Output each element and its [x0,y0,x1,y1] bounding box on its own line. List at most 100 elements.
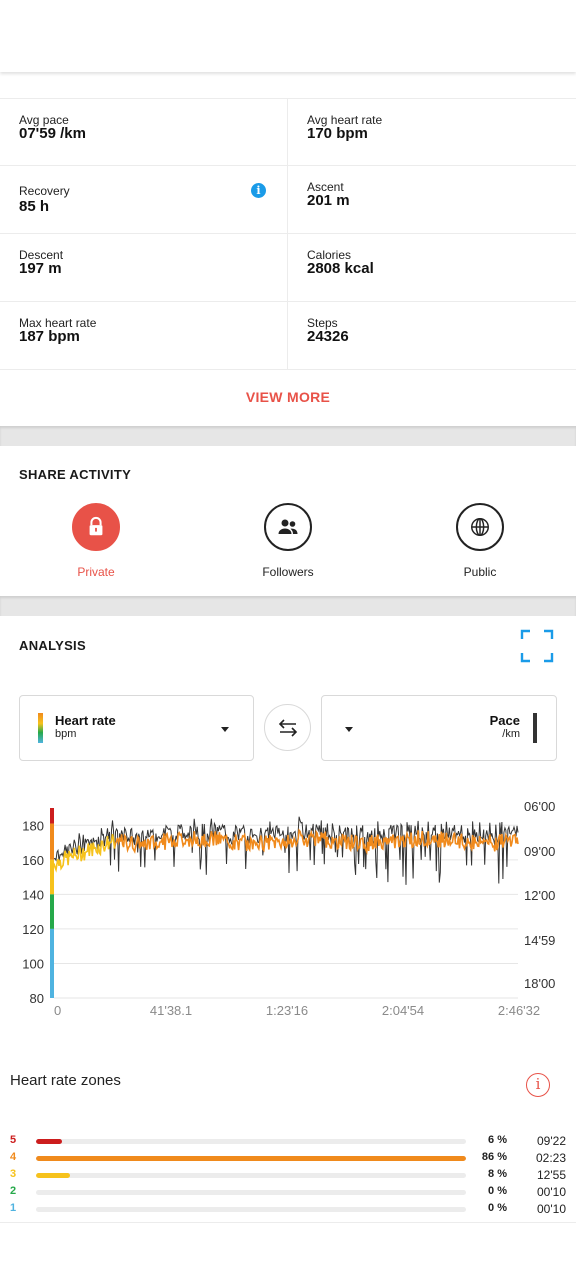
right-metric-title: Pace [489,713,520,728]
stat-avg-heart-rate: Avg heart rate 170 bpm [288,99,576,165]
share-option-label: Private [77,565,115,579]
y-right-tick-label: 06'00 [524,799,555,814]
x-tick-label: 41'38.1 [150,1003,192,1018]
x-tick-label: 0 [54,1003,61,1018]
recovery-info-icon[interactable]: i [251,183,266,198]
stat-max-heart-rate: Max heart rate 187 bpm [0,302,288,369]
stat-descent: Descent 197 m [0,234,288,301]
stat-value: 170 bpm [307,125,368,142]
stat-value: 24326 [307,328,349,345]
y-axis-left-ticks: 180 160 140 120 100 80 [22,818,44,1006]
stat-calories: Calories 2808 kcal [288,234,576,301]
zone-duration: 00'10 [537,1185,566,1199]
stats-row-pace: Avg pace 07'59 /km Avg heart rate 170 bp… [0,98,576,166]
y-left-tick-label: 80 [30,991,44,1006]
y-axis-right-ticks: 06'00 09'00 12'00 14'59 18'00 [524,799,555,991]
hr-zone-row-1: 1 0 % 00'10 [0,1202,576,1218]
zone-percent: 86 % [481,1151,507,1163]
stat-value: 201 m [307,192,350,209]
section-divider [0,426,576,446]
right-metric-selector[interactable]: Pace /km [321,695,557,761]
zone-number: 5 [10,1134,17,1146]
swap-arrows-icon [278,718,297,737]
y-right-tick-label: 18'00 [524,976,555,991]
stats-row-recovery: Recovery 85 h i Ascent 201 m [0,166,576,234]
zone-progress-track [36,1207,466,1212]
section-divider [0,596,576,616]
stat-steps: Steps 24326 [288,302,576,369]
zone-number: 4 [10,1151,17,1163]
chart-gridlines [54,824,518,999]
zone-duration: 00'10 [537,1202,566,1216]
stat-value: 07'59 /km [19,125,86,142]
y-left-tick-label: 160 [22,853,44,868]
hr-zone-bar [50,808,54,998]
y-left-tick-label: 100 [22,956,44,971]
hr-zones-title: Heart rate zones [10,1072,121,1089]
swap-metrics-button[interactable] [264,704,311,751]
pace-line-swatch [533,713,537,743]
share-option-followers[interactable]: Followers [228,503,348,579]
chevron-down-icon [345,727,353,732]
zone-duration: 09'22 [537,1134,566,1148]
zone-percent: 0 % [488,1185,507,1197]
y-right-tick-label: 12'00 [524,888,555,903]
pace-series-line [53,816,519,885]
globe-icon [456,503,504,551]
stat-value: 197 m [19,260,62,277]
stat-value: 187 bpm [19,328,80,345]
zone-duration: 02:23 [535,1151,566,1165]
y-left-tick-label: 120 [22,922,44,937]
left-metric-selector[interactable]: Heart rate bpm [19,695,254,761]
left-metric-unit: bpm [55,728,77,740]
hr-zone-row-3: 3 8 % 12'55 [0,1168,576,1184]
stats-row-max-hr: Max heart rate 187 bpm Steps 24326 [0,302,576,370]
zone-number: 3 [10,1168,17,1180]
stat-recovery: Recovery 85 h i [0,166,288,233]
share-option-public[interactable]: Public [420,503,540,579]
y-left-tick-label: 180 [22,818,44,833]
hr-zone-row-5: 5 6 % 09'22 [0,1134,576,1150]
analysis-chart[interactable]: 180 160 140 120 100 80 06'00 09'00 12'00 14'59 18… [0,790,576,1030]
share-option-label: Public [463,565,497,579]
zone-progress-fill [36,1173,71,1178]
zone-gradient-icon [38,713,43,743]
x-axis-ticks: 0 41'38.1 1:23'16 2:04'54 2:46'32 [54,1003,540,1018]
top-app-bar [0,0,576,72]
share-option-label: Followers [262,565,314,579]
zone-progress-track [36,1156,466,1161]
x-tick-label: 1:23'16 [266,1003,308,1018]
zone-percent: 8 % [488,1168,507,1180]
stat-value: 85 h [19,198,50,215]
fullscreen-icon[interactable] [520,629,554,663]
chevron-down-icon [221,727,229,732]
zone-percent: 0 % [488,1202,507,1214]
stat-label: Recovery [19,184,70,198]
zone-progress-track [36,1190,466,1195]
stat-value: 2808 kcal [307,260,374,277]
zone-duration: 12'55 [537,1168,566,1182]
hr-zone-row-4: 4 86 % 02:23 [0,1151,576,1167]
analysis-title: ANALYSIS [19,638,86,653]
y-right-tick-label: 14'59 [524,933,555,948]
right-metric-unit: /km [502,728,520,740]
divider [0,1222,576,1223]
zone-progress-fill [36,1156,466,1161]
zone-progress-fill [36,1139,62,1144]
zone-percent: 6 % [488,1134,507,1146]
stat-ascent: Ascent 201 m [288,166,576,233]
x-tick-label: 2:46'32 [498,1003,540,1018]
zone-bar-segment [50,928,54,998]
stat-avg-pace: Avg pace 07'59 /km [0,99,288,165]
zone-number: 1 [10,1202,17,1214]
info-icon[interactable]: i [526,1073,550,1097]
left-metric-title: Heart rate [55,713,116,728]
share-option-private[interactable]: Private [36,503,156,579]
lock-icon [72,503,120,551]
y-left-tick-label: 140 [22,887,44,902]
hr-zone-row-2: 2 0 % 00'10 [0,1185,576,1201]
zone-bar-segment [50,808,54,824]
zone-bar-segment [50,823,54,860]
view-more-button[interactable]: VIEW MORE [0,370,576,424]
zone-progress-track [36,1173,466,1178]
